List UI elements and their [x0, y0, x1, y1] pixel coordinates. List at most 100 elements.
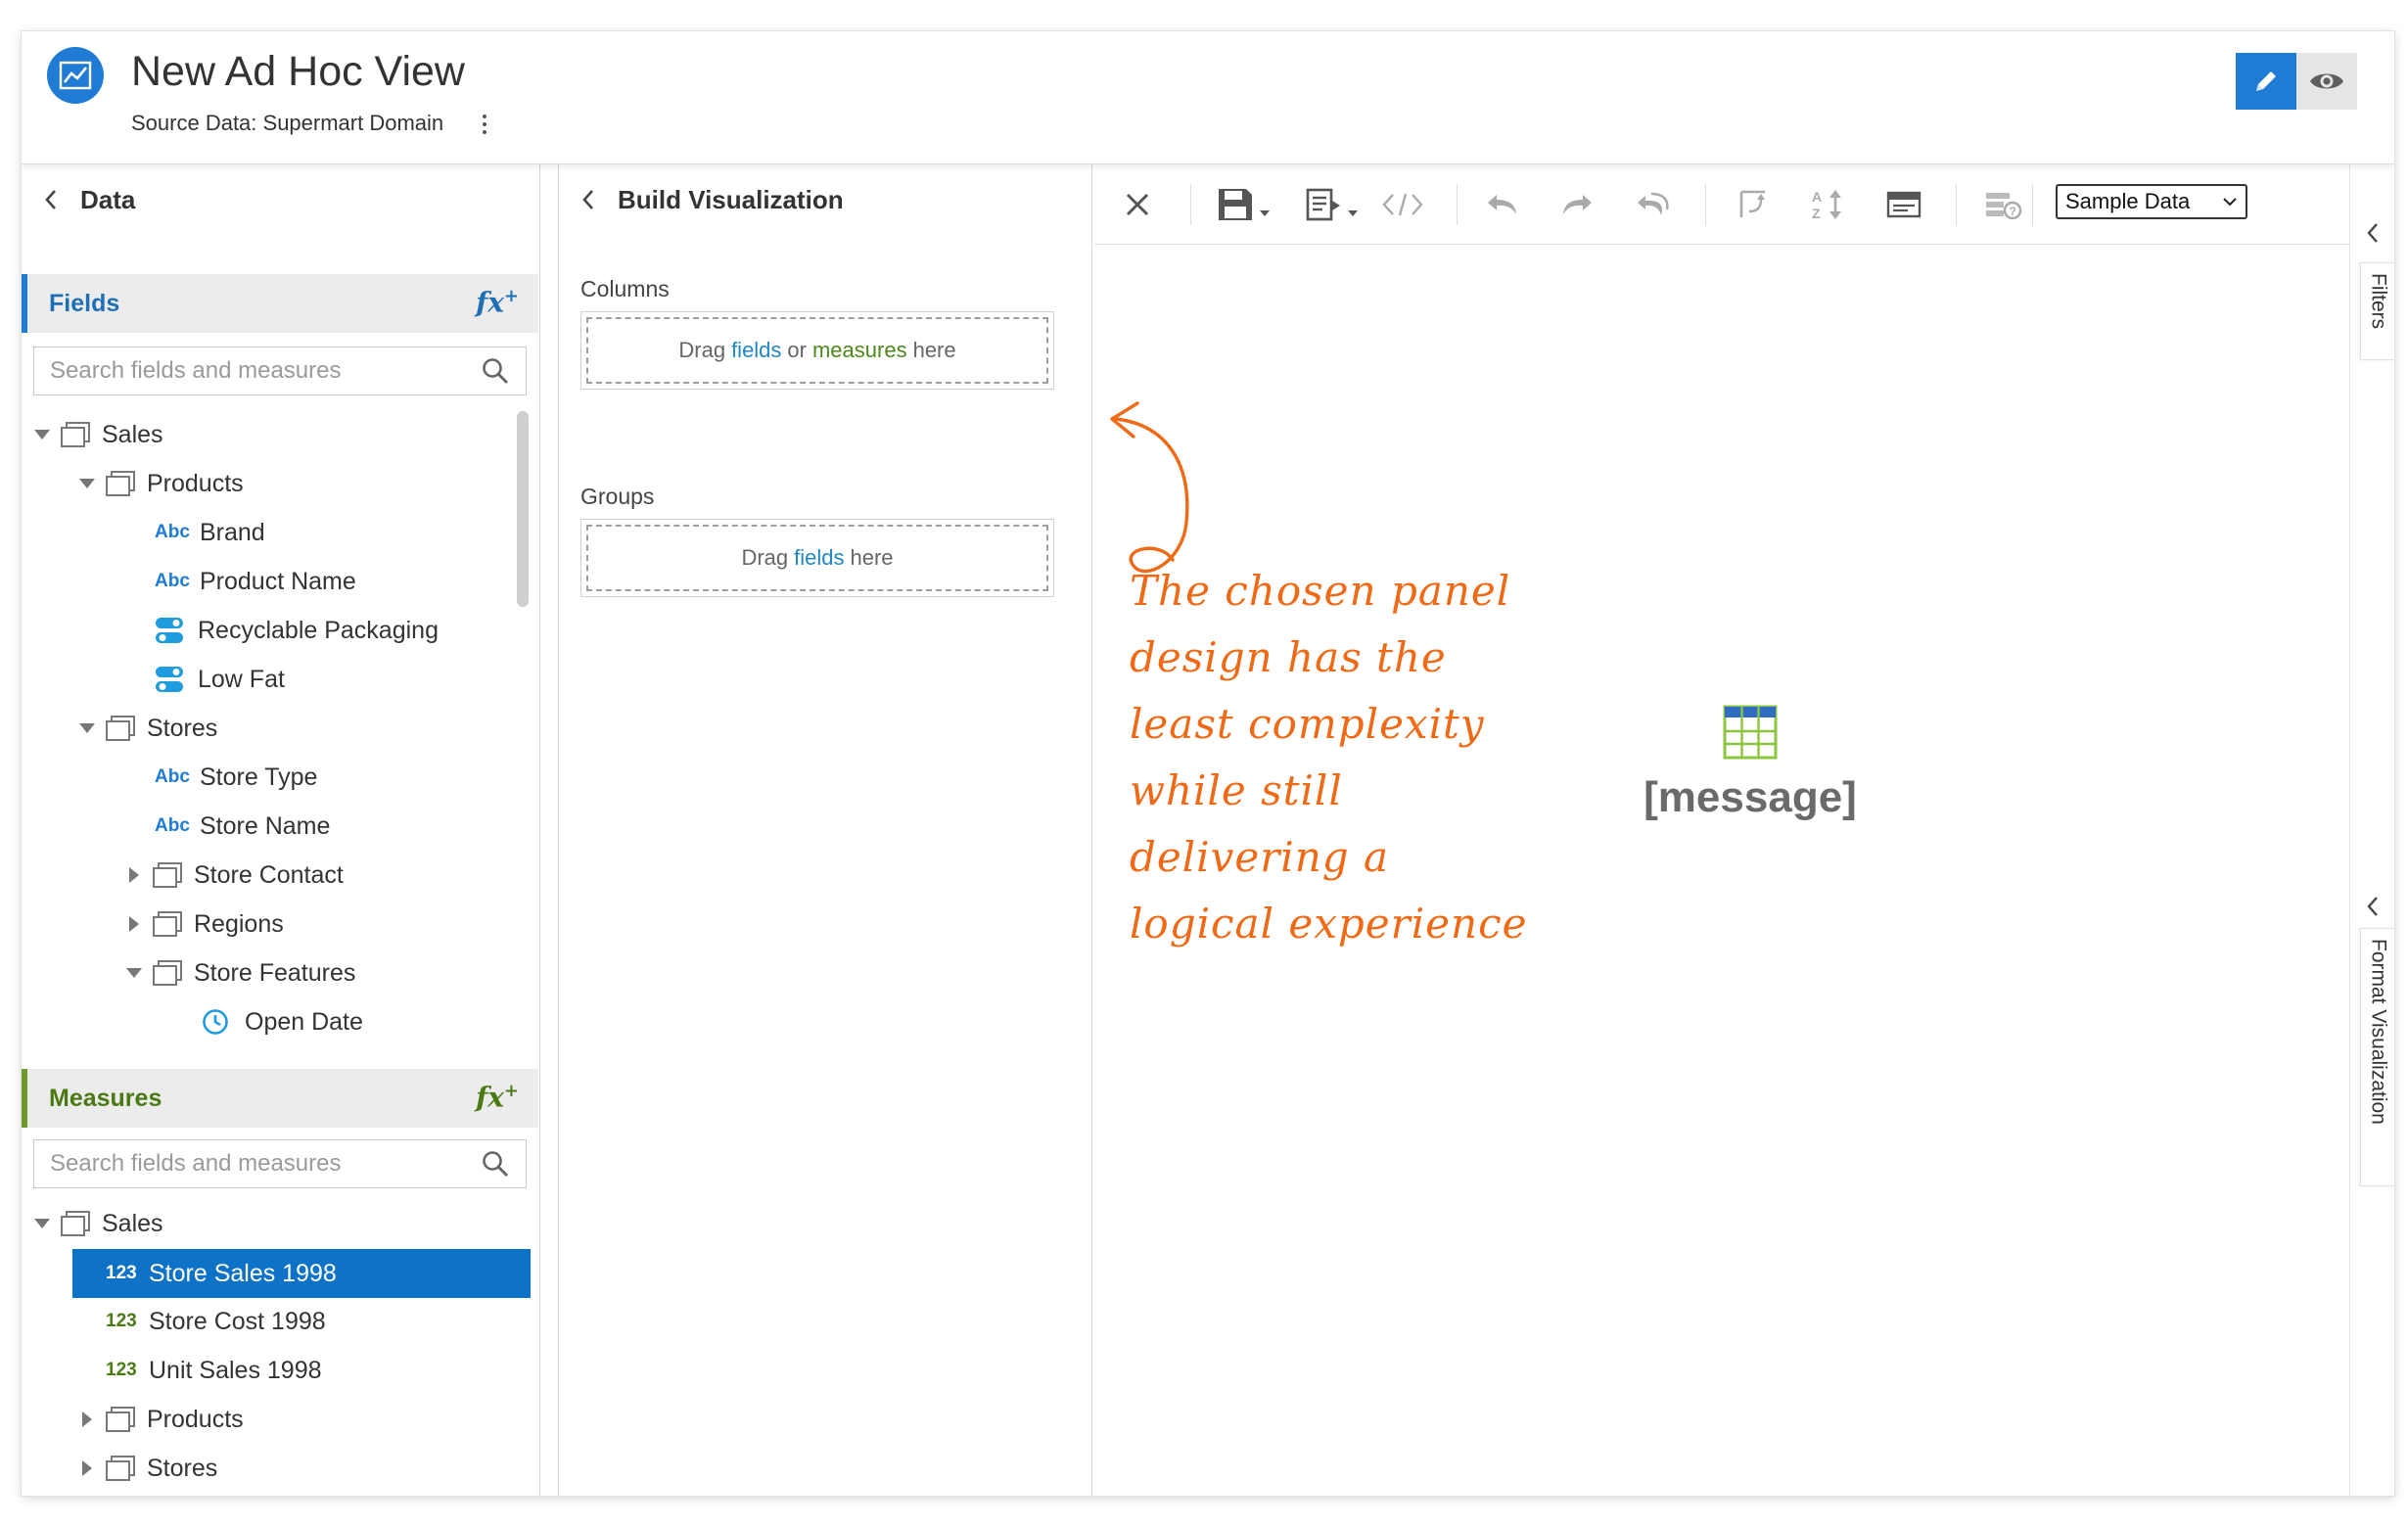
- tree-measure-store-sales-1998[interactable]: 123 Store Sales 1998: [72, 1249, 531, 1298]
- tree-field-product-name[interactable]: Abc Product Name: [155, 562, 356, 601]
- measures-search-input[interactable]: [50, 1150, 481, 1178]
- measures-search-box: [33, 1139, 527, 1188]
- layout-band-button[interactable]: [1879, 182, 1928, 227]
- source-data-label: Source Data: Supermart Domain: [131, 111, 444, 135]
- tree-folder-store-contact[interactable]: Store Contact: [127, 856, 344, 895]
- tree-item-label: Brand: [200, 518, 265, 546]
- edit-mode-button[interactable]: [2236, 53, 2296, 110]
- undo-button[interactable]: [1478, 182, 1527, 227]
- tree-folder-regions[interactable]: Regions: [127, 904, 284, 944]
- pivot-button[interactable]: [1729, 182, 1778, 227]
- tree-item-label: Recyclable Packaging: [198, 616, 439, 644]
- dropzone-text: or: [787, 338, 807, 362]
- canvas-message-text: [message]: [1644, 773, 1857, 821]
- chevron-left-icon: [582, 190, 593, 209]
- expand-toggle-icon[interactable]: [79, 477, 95, 490]
- expand-filters-button[interactable]: [2350, 204, 2394, 262]
- search-icon[interactable]: [481, 356, 510, 386]
- tree-measure-store-cost-1998[interactable]: 123 Store Cost 1998: [106, 1302, 326, 1341]
- expand-toggle-icon[interactable]: [34, 1217, 50, 1230]
- dropzone-text: here: [912, 338, 956, 362]
- expand-toggle-icon[interactable]: [80, 1460, 94, 1476]
- tree-folder-sales[interactable]: Sales: [34, 415, 163, 454]
- export-menu-button[interactable]: [1302, 182, 1365, 227]
- page-title: New Ad Hoc View: [131, 48, 465, 95]
- expand-toggle-icon[interactable]: [127, 867, 141, 883]
- fields-search-input[interactable]: [50, 357, 481, 385]
- dropzone-text: here: [850, 545, 894, 570]
- expand-toggle-icon[interactable]: [80, 1411, 94, 1427]
- chevron-left-icon: [45, 190, 56, 209]
- tree-item-label: Store Type: [200, 763, 318, 791]
- undo-icon: [1488, 195, 1516, 214]
- folder-icon: [106, 716, 135, 741]
- chevron-left-icon: [2367, 897, 2378, 916]
- canvas-toolbar: AZ ? Sample Data: [1094, 164, 2369, 245]
- filters-tab[interactable]: Filters: [2360, 262, 2394, 360]
- data-panel: Data Fields fx+ Sales Products Abc: [22, 164, 540, 1496]
- tree-field-open-date[interactable]: Open Date: [202, 1002, 363, 1041]
- add-calculated-field-button[interactable]: fx+: [476, 286, 519, 318]
- collapse-build-panel-button[interactable]: [559, 164, 618, 235]
- groups-label: Groups: [580, 484, 655, 509]
- add-calculated-measure-button[interactable]: fx+: [476, 1081, 519, 1113]
- sort-button[interactable]: AZ: [1803, 182, 1852, 227]
- expand-toggle-icon[interactable]: [79, 721, 95, 735]
- fields-section-header: Fields fx+: [22, 274, 538, 333]
- tree-item-label: Store Name: [200, 811, 331, 840]
- tree-item-label: Products: [147, 1405, 244, 1433]
- collapse-data-panel-button[interactable]: [22, 164, 80, 235]
- folder-icon: [61, 1211, 90, 1236]
- filters-tab-label: Filters: [2367, 273, 2390, 330]
- tree-folder-sales[interactable]: Sales: [34, 1204, 163, 1243]
- tree-field-store-type[interactable]: Abc Store Type: [155, 758, 317, 797]
- query-settings-button[interactable]: ?: [1979, 182, 2028, 227]
- redo-button[interactable]: [1552, 182, 1601, 227]
- build-visualization-panel: Build Visualization Columns Drag fields …: [558, 164, 1092, 1496]
- measures-section-label: Measures: [49, 1084, 162, 1112]
- svg-text:A: A: [1812, 189, 1822, 205]
- source-options-kebab-icon[interactable]: [476, 110, 493, 139]
- tree-folder-products[interactable]: Products: [80, 1400, 244, 1439]
- show-query-button[interactable]: [1378, 182, 1427, 227]
- dropzone-fields-word: fields: [731, 338, 782, 362]
- tree-field-store-name[interactable]: Abc Store Name: [155, 807, 330, 846]
- preview-mode-button[interactable]: [2296, 53, 2357, 110]
- tree-folder-products[interactable]: Products: [79, 464, 244, 503]
- fields-section-label: Fields: [49, 289, 120, 317]
- format-visualization-tab[interactable]: Format Visualization: [2360, 928, 2394, 1186]
- sample-data-select[interactable]: Sample Data: [2056, 184, 2247, 219]
- undo-all-button[interactable]: [1629, 182, 1678, 227]
- groups-dropzone[interactable]: Drag fields here: [580, 519, 1054, 597]
- tree-field-low-fat[interactable]: Low Fat: [155, 660, 285, 699]
- chevron-left-icon: [2367, 223, 2378, 243]
- tree-item-label: Products: [147, 469, 244, 497]
- code-icon: [1382, 193, 1423, 216]
- data-panel-title: Data: [80, 184, 136, 214]
- tree-field-recyclable-packaging[interactable]: Recyclable Packaging: [155, 611, 439, 650]
- adhoc-view-logo-icon: [47, 47, 104, 104]
- save-menu-button[interactable]: [1214, 182, 1276, 227]
- tree-item-label: Regions: [194, 909, 284, 938]
- fields-scrollbar[interactable]: [517, 411, 529, 607]
- close-view-button[interactable]: [1116, 182, 1159, 227]
- folder-icon: [106, 1407, 135, 1432]
- tree-measure-unit-sales-1998[interactable]: 123 Unit Sales 1998: [106, 1351, 322, 1390]
- svg-text:Z: Z: [1812, 206, 1821, 221]
- search-icon[interactable]: [481, 1149, 510, 1179]
- tree-folder-stores[interactable]: Stores: [79, 709, 217, 748]
- app-header: New Ad Hoc View Source Data: Supermart D…: [22, 31, 2394, 164]
- tree-item-label: Store Cost 1998: [149, 1307, 326, 1335]
- expand-toggle-icon[interactable]: [127, 916, 141, 932]
- expand-toggle-icon[interactable]: [34, 428, 50, 441]
- tree-field-brand[interactable]: Abc Brand: [155, 513, 265, 552]
- adhoc-app-window: New Ad Hoc View Source Data: Supermart D…: [22, 31, 2394, 1496]
- svg-text:?: ?: [2010, 205, 2016, 218]
- design-annotation-note: The chosen panel design has the least co…: [1130, 567, 1528, 948]
- expand-format-button[interactable]: [2350, 877, 2394, 936]
- expand-toggle-icon[interactable]: [126, 966, 142, 980]
- tree-folder-stores[interactable]: Stores: [80, 1449, 217, 1488]
- chevron-down-icon: [2223, 198, 2237, 207]
- columns-dropzone[interactable]: Drag fields or measures here: [580, 311, 1054, 390]
- tree-folder-store-features[interactable]: Store Features: [126, 953, 355, 993]
